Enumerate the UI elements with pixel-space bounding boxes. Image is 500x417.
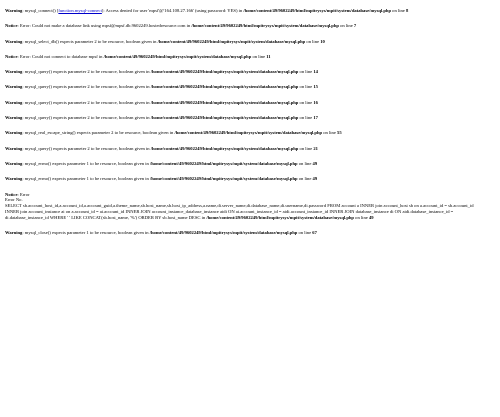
line-number: 55 [337,130,342,136]
file-path: /home/content/49/9602249/html/mpitrysys/… [150,69,299,75]
file-path: /home/content/49/9602249/html/mpitrysys/… [149,160,298,166]
line-number: 15 [313,84,318,90]
message-text: Error: Could not connect to database mps… [19,53,103,59]
line-label: on line [299,84,313,90]
line-number: 67 [312,230,317,236]
file-path: /home/content/49/9602249/html/mpitrysys/… [174,130,323,136]
message-level: Notice [5,53,18,59]
line-number: 49 [312,160,318,166]
file-path: /home/content/49/9602249/html/mpitrysys/… [149,230,298,236]
line-number: 49 [368,214,374,220]
error-label: Error [19,191,30,197]
php-warning-message: Warning: mysql_query() expects parameter… [5,99,318,105]
message-text: mysql_query() expects parameter 2 to be … [24,115,150,121]
line-label: on line [299,115,313,121]
message-level: Warning [5,130,23,136]
file-path: /home/content/49/9602249/html/mpitrysys/… [150,145,299,151]
php-error-page: Warning: mysql_connect() [function.mysql… [0,0,500,417]
php-warning-message: Warning: mysql_query() expects parameter… [5,84,318,90]
message-level: Warning [5,160,23,166]
line-label: on line [392,8,405,13]
line-label: on line [355,214,368,220]
file-path: /home/content/49/9602249/html/mpitrysys/… [150,115,299,121]
php-notice-message: Notice: Error: Could not make a database… [5,23,357,29]
line-number: 49 [312,176,318,182]
file-path: /home/content/49/9602249/html/mpitrysys/… [103,53,252,59]
file-path: /home/content/49/9602249/html/mpitrysys/… [149,176,298,182]
message-text: Error: Could not make a database link us… [19,23,191,29]
message-level: Notice [5,191,18,197]
file-path: /home/content/49/9602249/html/mpitrysys/… [150,99,299,105]
line-number: 10 [320,38,325,44]
message-level: Warning [5,99,23,105]
message-level: Notice [5,23,18,29]
file-path: /home/content/49/9602249/html/mpitrysys/… [157,38,306,44]
message-level: Warning [5,84,23,90]
line-number: 8 [405,8,409,13]
line-label: on line [340,23,353,29]
message-level: Warning [5,176,23,182]
message-level: Warning [5,38,23,44]
php-warning-message: Warning: mysql_errno() expects parameter… [5,160,318,166]
line-number: 11 [266,53,271,59]
message-text: mysql_query() expects parameter 2 to be … [24,84,150,90]
php-notice-message: Notice: Error: Could not connect to data… [5,53,271,59]
line-label: on line [252,53,266,59]
php-warning-message: Warning: mysql_query() expects parameter… [5,145,318,151]
line-number: 21 [313,145,318,151]
message-text: mysql_close() expects parameter 1 to be … [24,230,149,236]
message-text: mysql_query() expects parameter 2 to be … [24,69,150,75]
message-text: mysql_query() expects parameter 2 to be … [24,145,150,151]
message-text: mysql_query() expects parameter 2 to be … [24,99,150,105]
file-path: /home/content/49/9602249/html/mpitrysys/… [191,23,339,29]
sql-error-notice: Notice: Error Error No. SELECT sb.accoun… [5,191,474,220]
php-warning-message: Warning: mysql_query() expects parameter… [5,69,318,75]
php-warning-message: Warning: mysql_connect() [function.mysql… [5,8,409,13]
message-level: Warning [5,115,23,121]
line-number: 14 [313,69,318,75]
message-level: Warning [5,69,23,75]
line-number: 16 [313,99,318,105]
function-doc-link[interactable]: function.mysql-connect [58,8,102,13]
file-path: /home/content/49/9602249/html/mpitrysys/… [206,214,354,220]
message-text: mysql_select_db() expects parameter 2 to… [24,38,157,44]
line-label: on line [299,145,313,151]
php-warning-message: Warning: mysql_close() expects parameter… [5,230,317,236]
message-text: mysql_connect() [ [24,8,59,13]
php-warning-message: Warning: mysql_errno() expects parameter… [5,176,318,182]
line-label: on line [299,69,313,75]
message-level: Warning [5,230,23,236]
message-level: Warning [5,8,23,13]
message-text-suffix: ]: Access denied for user 'mpsf'@'164.10… [101,8,243,13]
line-number: 7 [353,23,357,29]
errno-label: Error No. [5,197,23,203]
line-label: on line [323,130,336,136]
line-label: on line [298,230,312,236]
file-path: /home/content/49/9602249/html/mpitrysys/… [150,84,299,90]
line-number: 17 [313,115,318,121]
message-text: mysql_errno() expects parameter 1 to be … [24,160,149,166]
php-warning-message: Warning: mysql_real_escape_string() expe… [5,130,342,136]
message-text: mysql_errno() expects parameter 1 to be … [24,176,149,182]
php-warning-message: Warning: mysql_query() expects parameter… [5,115,318,121]
file-path: /home/content/49/9602249/html/mpitrysys/… [243,8,392,13]
line-label: on line [306,38,320,44]
message-text: mysql_real_escape_string() expects param… [24,130,174,136]
line-label: on line [299,99,313,105]
php-warning-message: Warning: mysql_select_db() expects param… [5,38,325,44]
message-level: Warning [5,145,23,151]
line-label: on line [298,160,312,166]
line-label: on line [298,176,312,182]
